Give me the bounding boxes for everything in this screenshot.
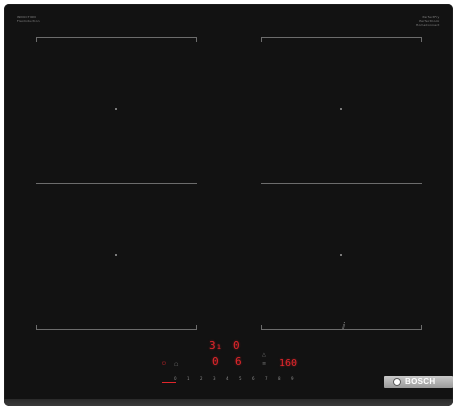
features-label: PerfectFry PerfectCook HomeConnect: [416, 15, 439, 27]
timer-icon[interactable]: △: [262, 352, 266, 358]
cooktop-glass-surface: INDUCTION FlexInduction PerfectFry Perfe…: [4, 4, 453, 406]
zone-display-right-rear[interactable]: 0: [233, 340, 240, 352]
power-button[interactable]: ⏻: [162, 361, 166, 367]
zone-tick: [261, 325, 262, 330]
induction-label: INDUCTION FlexInduction: [17, 15, 40, 23]
slider-step-5[interactable]: 5: [239, 376, 242, 381]
zone-center-mark-right-rear: [340, 108, 342, 110]
bosch-logo-icon: [393, 378, 401, 386]
zone-display-left-rear[interactable]: 3₁: [209, 340, 222, 352]
slider-step-3[interactable]: 3: [213, 376, 216, 381]
zone-tick: [421, 325, 422, 330]
zone-tick: [36, 37, 37, 42]
zone-tick: [261, 37, 262, 42]
slider-step-2[interactable]: 2: [200, 376, 203, 381]
zone-center-mark-right-front: [340, 254, 342, 256]
slider-step-1[interactable]: 1: [187, 376, 190, 381]
zone-tick: [196, 37, 197, 42]
slider-step-6[interactable]: 6: [252, 376, 255, 381]
zone-center-mark-left-front: [115, 254, 117, 256]
slider-step-4[interactable]: 4: [226, 376, 229, 381]
features-label-line3: HomeConnect: [416, 23, 440, 27]
slider-step-0[interactable]: 0: [174, 376, 177, 381]
zone-divider-right: [261, 183, 422, 184]
brand-name: BOSCH: [405, 377, 436, 386]
slider-step-7[interactable]: 7: [265, 376, 268, 381]
zone-marking-right-top: [261, 37, 422, 38]
zone-center-mark-left-rear: [115, 108, 117, 110]
power-level-slider[interactable]: 0 1 2 3 4 5 6 7 8 9: [162, 376, 310, 384]
zone-tick: [196, 325, 197, 330]
timer-display[interactable]: 160: [279, 358, 297, 370]
zone-tick: [421, 37, 422, 42]
zone-tick: [36, 325, 37, 330]
zone-marking-left-bottom: [36, 329, 197, 330]
zone-display-left-front[interactable]: 0: [212, 356, 219, 368]
zone-display-right-front[interactable]: 6: [235, 356, 242, 368]
zone-divider-left: [36, 183, 197, 184]
zone-marking-left-top: [36, 37, 197, 38]
flex-induction-icon: ⅈ: [342, 322, 346, 332]
slider-step-9[interactable]: 9: [291, 376, 294, 381]
cooktop-frame-edge: [4, 399, 453, 406]
brand-plate: BOSCH: [384, 376, 453, 388]
child-lock-button[interactable]: ☖: [174, 362, 178, 368]
slider-step-8[interactable]: 8: [278, 376, 281, 381]
induction-label-line2: FlexInduction: [17, 19, 40, 23]
function-icon[interactable]: ≡: [262, 361, 266, 367]
